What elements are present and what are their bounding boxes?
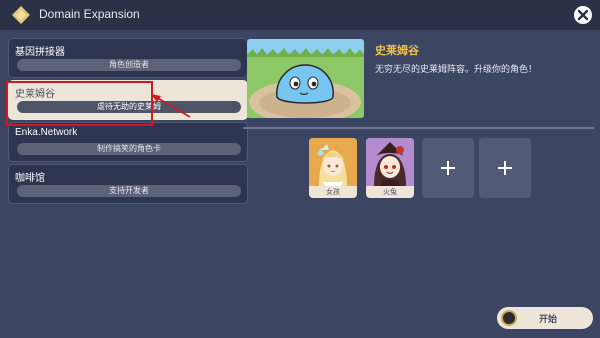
domain-item-cafe[interactable]: 咖啡馆 支持开发者 [8,164,248,204]
domain-name: 咖啡馆 [15,173,45,184]
slime-valley-image [247,39,364,118]
team-slot-lumine[interactable]: 女孩 [309,138,357,198]
divider [243,127,594,129]
domain-name: 基因拼接器 [15,47,65,58]
start-button-label: 开始 [538,315,557,325]
domain-item-gene-splicer[interactable]: 基因拼接器 角色创造者 [8,38,248,78]
domain-subtitle: 角色创造者 [17,59,241,71]
window-title: Domain Expansion [39,7,140,21]
team-slot-label: 火兔 [383,188,397,196]
hutao-portrait-icon [366,138,414,186]
domain-item-slime-valley[interactable]: 史莱姆谷 虐待无助的史莱姆 [8,80,248,120]
add-character-slot[interactable] [479,138,531,198]
domain-item-enka-network[interactable]: Enka.Network 制作搞笑的角色卡 [8,122,248,162]
detail-title: 史莱姆谷 [375,44,419,57]
domain-subtitle: 制作搞笑的角色卡 [17,143,241,155]
close-button[interactable] [572,4,594,26]
domain-name: 史莱姆谷 [15,89,55,100]
title-bar: Domain Expansion [0,0,600,30]
plus-icon [498,161,512,175]
domain-subtitle: 支持开发者 [17,185,241,197]
lumine-portrait-icon [309,138,357,186]
add-character-slot[interactable] [422,138,474,198]
close-icon [577,9,589,21]
detail-description: 无穷无尽的史莱姆阵容。升级你的角色！ [375,65,538,75]
team-slot-hutao[interactable]: 火兔 [366,138,414,198]
start-circle-icon [501,310,517,326]
team-slot-label: 女孩 [326,188,340,196]
plus-icon [441,161,455,175]
slime-illustration [247,39,364,118]
diamond-logo-icon [12,6,30,24]
start-button[interactable]: 开始 [497,307,593,329]
domain-subtitle: 虐待无助的史莱姆 [17,101,241,113]
domain-name: Enka.Network [15,127,78,138]
